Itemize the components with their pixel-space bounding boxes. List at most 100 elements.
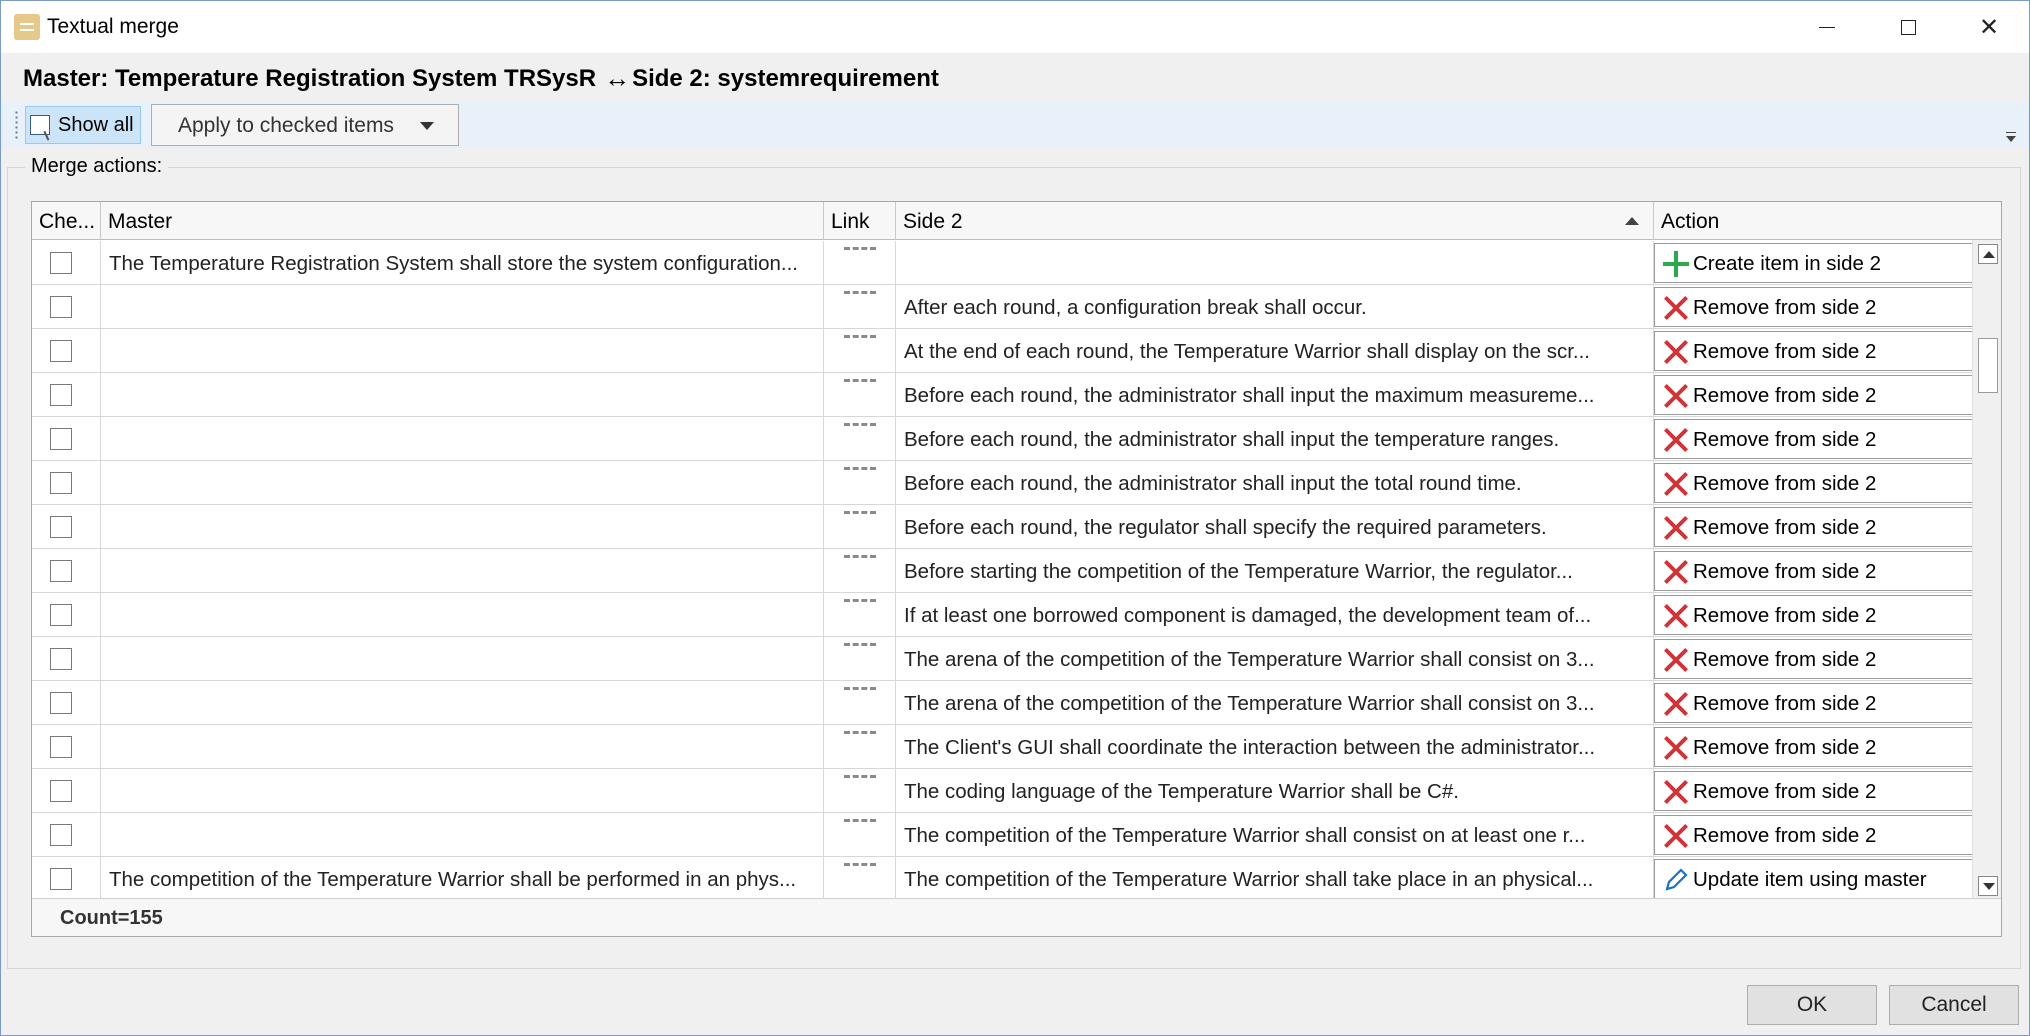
row-checkbox[interactable] (50, 780, 72, 802)
close-button[interactable]: ✕ (1959, 1, 2019, 53)
action-dropdown[interactable]: Update item using master (1654, 859, 1998, 899)
side2-cell[interactable]: Before each round, the administrator sha… (896, 417, 1654, 461)
side2-cell[interactable]: If at least one borrowed component is da… (896, 593, 1654, 637)
action-dropdown[interactable]: Remove from side 2 (1654, 287, 1998, 327)
master-cell[interactable] (101, 285, 824, 329)
row-checkbox[interactable] (50, 604, 72, 626)
action-dropdown[interactable]: Remove from side 2 (1654, 331, 1998, 371)
side2-cell[interactable]: Before starting the competition of the T… (896, 549, 1654, 593)
scroll-up-icon[interactable] (1978, 244, 1998, 264)
master-cell[interactable]: The competition of the Temperature Warri… (101, 857, 824, 901)
vertical-scrollbar[interactable] (1972, 240, 2001, 900)
side2-cell[interactable]: At the end of each round, the Temperatur… (896, 329, 1654, 373)
row-checkbox[interactable] (50, 516, 72, 538)
action-dropdown[interactable]: Remove from side 2 (1654, 507, 1998, 547)
side2-cell[interactable]: The Client's GUI shall coordinate the in… (896, 725, 1654, 769)
action-dropdown[interactable]: Remove from side 2 (1654, 771, 1998, 811)
row-checkbox[interactable] (50, 384, 72, 406)
apply-to-checked-dropdown[interactable]: Apply to checked items (151, 104, 459, 146)
action-label: Update item using master (1693, 868, 1927, 891)
action-dropdown[interactable]: Remove from side 2 (1654, 375, 1998, 415)
table-row[interactable]: The competition of the Temperature Warri… (32, 813, 1998, 857)
maximize-button[interactable] (1878, 1, 1938, 53)
row-checkbox[interactable] (50, 824, 72, 846)
app-icon (14, 14, 40, 40)
action-dropdown[interactable]: Remove from side 2 (1654, 419, 1998, 459)
row-checkbox[interactable] (50, 736, 72, 758)
ok-button[interactable]: OK (1747, 985, 1877, 1025)
action-dropdown[interactable]: Create item in side 2 (1654, 243, 1998, 283)
show-all-button[interactable]: Show all (25, 106, 141, 144)
row-checkbox[interactable] (50, 692, 72, 714)
master-cell[interactable] (101, 593, 824, 637)
table-row[interactable]: The arena of the competition of the Temp… (32, 637, 1998, 681)
toolbar-grip-icon[interactable] (15, 110, 18, 140)
master-cell[interactable] (101, 549, 824, 593)
check-cell (32, 285, 101, 329)
master-cell[interactable] (101, 329, 824, 373)
minimize-button[interactable] (1797, 1, 1857, 53)
side2-cell[interactable]: The arena of the competition of the Temp… (896, 637, 1654, 681)
table-row[interactable]: Before each round, the administrator sha… (32, 461, 1998, 505)
scroll-thumb[interactable] (1978, 338, 1998, 393)
side2-cell[interactable]: After each round, a configuration break … (896, 285, 1654, 329)
master-cell[interactable]: The Temperature Registration System shal… (101, 241, 824, 285)
toolbar-overflow-icon[interactable] (2005, 132, 2017, 144)
table-row[interactable]: The Client's GUI shall coordinate the in… (32, 725, 1998, 769)
remove-x-icon (1663, 823, 1689, 849)
table-row[interactable]: Before each round, the administrator sha… (32, 373, 1998, 417)
link-dashed-icon (844, 687, 876, 693)
master-cell[interactable] (101, 681, 824, 725)
side2-cell[interactable]: Before each round, the regulator shall s… (896, 505, 1654, 549)
table-row[interactable]: After each round, a configuration break … (32, 285, 1998, 329)
table-row[interactable]: If at least one borrowed component is da… (32, 593, 1998, 637)
action-dropdown[interactable]: Remove from side 2 (1654, 463, 1998, 503)
scroll-down-icon[interactable] (1978, 876, 1998, 896)
action-dropdown[interactable]: Remove from side 2 (1654, 551, 1998, 591)
side2-cell[interactable] (896, 241, 1654, 285)
row-checkbox[interactable] (50, 252, 72, 274)
action-dropdown[interactable]: Remove from side 2 (1654, 595, 1998, 635)
row-checkbox[interactable] (50, 648, 72, 670)
side2-cell[interactable]: The competition of the Temperature Warri… (896, 813, 1654, 857)
column-header-side2[interactable]: Side 2 (896, 202, 1654, 240)
column-header-check[interactable]: Che... (32, 202, 101, 240)
cancel-button[interactable]: Cancel (1889, 985, 2019, 1025)
row-checkbox[interactable] (50, 868, 72, 890)
link-cell (824, 373, 896, 417)
row-checkbox[interactable] (50, 472, 72, 494)
side2-cell[interactable]: The competition of the Temperature Warri… (896, 857, 1654, 901)
action-dropdown[interactable]: Remove from side 2 (1654, 815, 1998, 855)
row-checkbox[interactable] (50, 560, 72, 582)
side2-cell[interactable]: Before each round, the administrator sha… (896, 461, 1654, 505)
action-dropdown[interactable]: Remove from side 2 (1654, 683, 1998, 723)
master-cell[interactable] (101, 769, 824, 813)
column-header-link[interactable]: Link (824, 202, 896, 240)
master-cell[interactable] (101, 373, 824, 417)
table-row[interactable]: The coding language of the Temperature W… (32, 769, 1998, 813)
link-cell (824, 329, 896, 373)
table-row[interactable]: The competition of the Temperature Warri… (32, 857, 1998, 901)
row-checkbox[interactable] (50, 296, 72, 318)
side2-cell[interactable]: Before each round, the administrator sha… (896, 373, 1654, 417)
master-cell[interactable] (101, 461, 824, 505)
table-row[interactable]: The arena of the competition of the Temp… (32, 681, 1998, 725)
master-cell[interactable] (101, 417, 824, 461)
master-cell[interactable] (101, 725, 824, 769)
row-checkbox[interactable] (50, 340, 72, 362)
side2-cell[interactable]: The coding language of the Temperature W… (896, 769, 1654, 813)
table-row[interactable]: Before each round, the regulator shall s… (32, 505, 1998, 549)
master-cell[interactable] (101, 637, 824, 681)
row-checkbox[interactable] (50, 428, 72, 450)
action-dropdown[interactable]: Remove from side 2 (1654, 639, 1998, 679)
table-row[interactable]: Before each round, the administrator sha… (32, 417, 1998, 461)
table-row[interactable]: At the end of each round, the Temperatur… (32, 329, 1998, 373)
table-row[interactable]: The Temperature Registration System shal… (32, 241, 1998, 285)
master-cell[interactable] (101, 813, 824, 857)
table-row[interactable]: Before starting the competition of the T… (32, 549, 1998, 593)
side2-cell[interactable]: The arena of the competition of the Temp… (896, 681, 1654, 725)
column-header-master[interactable]: Master (101, 202, 824, 240)
column-header-action[interactable]: Action (1654, 202, 2001, 240)
action-dropdown[interactable]: Remove from side 2 (1654, 727, 1998, 767)
master-cell[interactable] (101, 505, 824, 549)
